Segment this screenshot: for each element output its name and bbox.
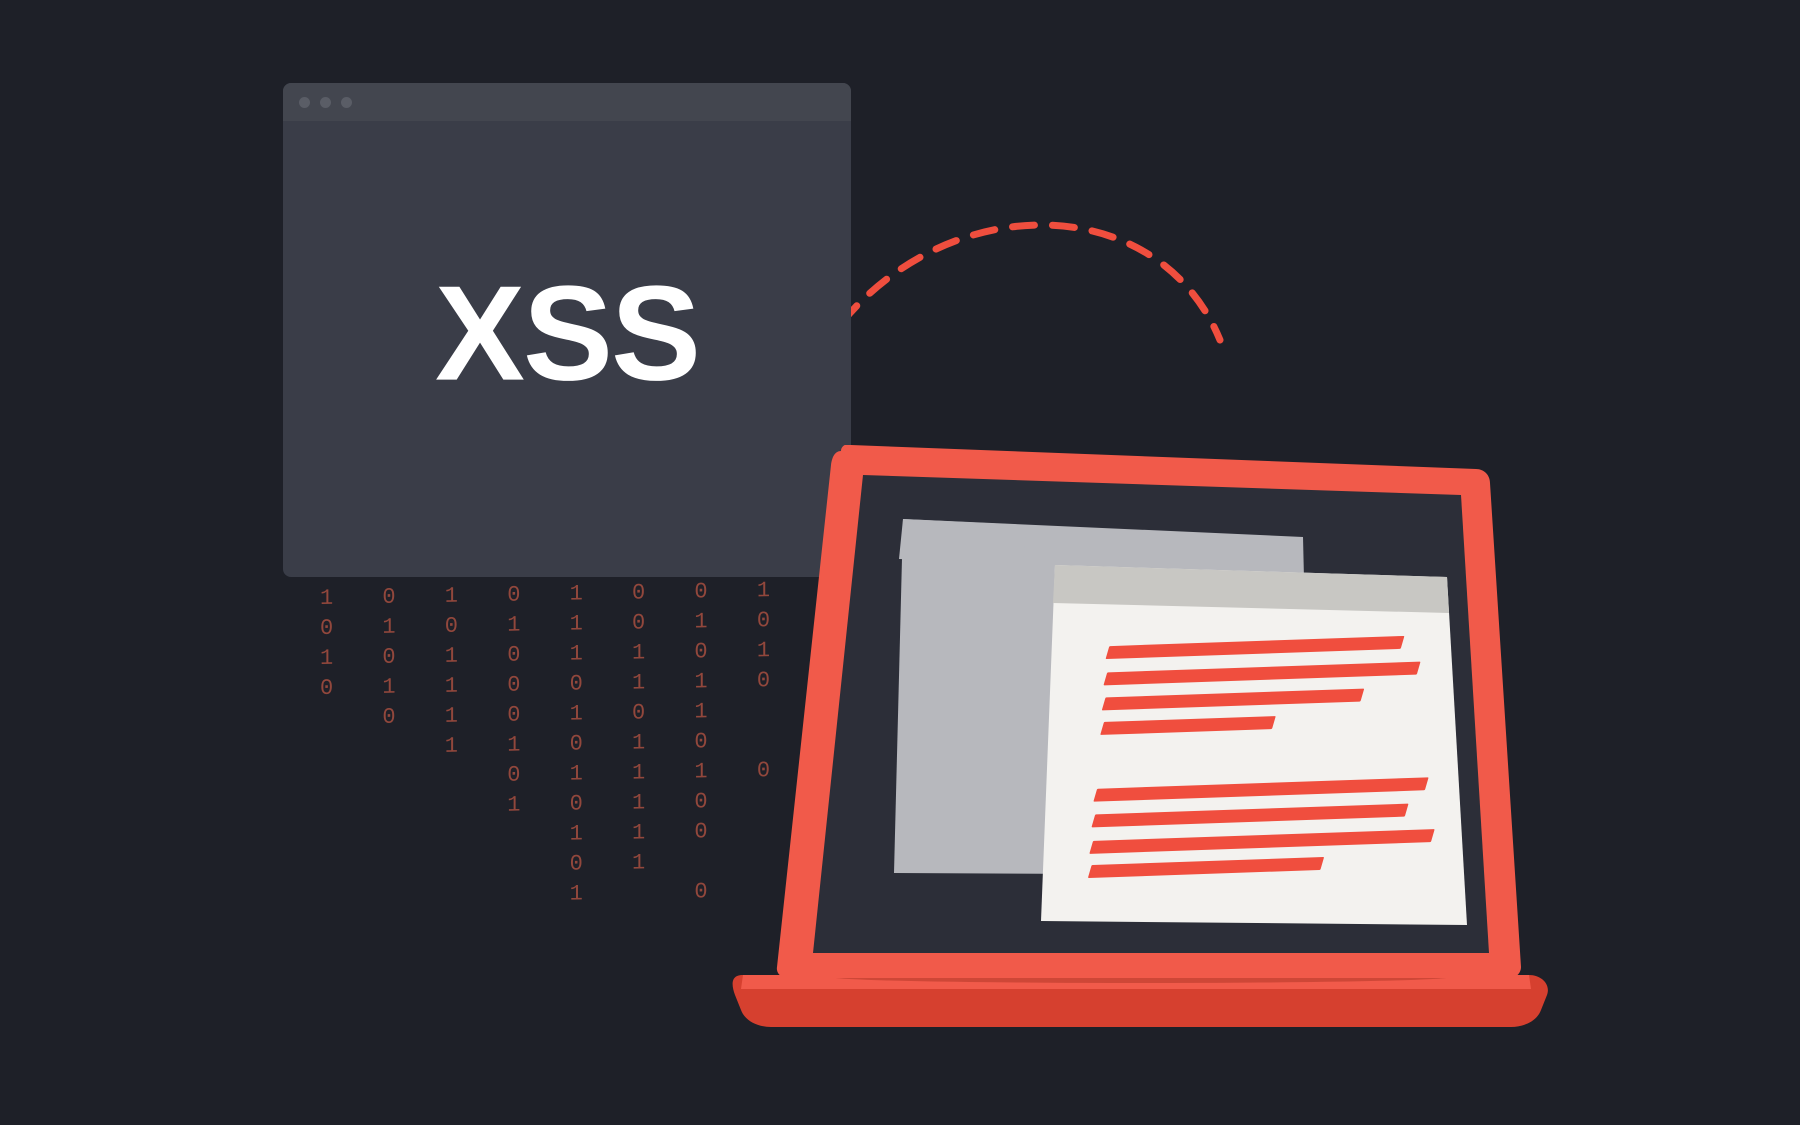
traffic-light-dot-icon xyxy=(299,97,310,108)
traffic-light-dot-icon xyxy=(341,97,352,108)
xss-label: XSS xyxy=(435,256,699,411)
binary-rain: 1 0 1 0 1 0 0 1 0 0 1 0 1 1 0 1 0 1 1 0 … xyxy=(320,576,780,954)
laptop-icon xyxy=(731,445,1559,1033)
traffic-light-dot-icon xyxy=(320,97,331,108)
window-titlebar xyxy=(283,83,851,121)
